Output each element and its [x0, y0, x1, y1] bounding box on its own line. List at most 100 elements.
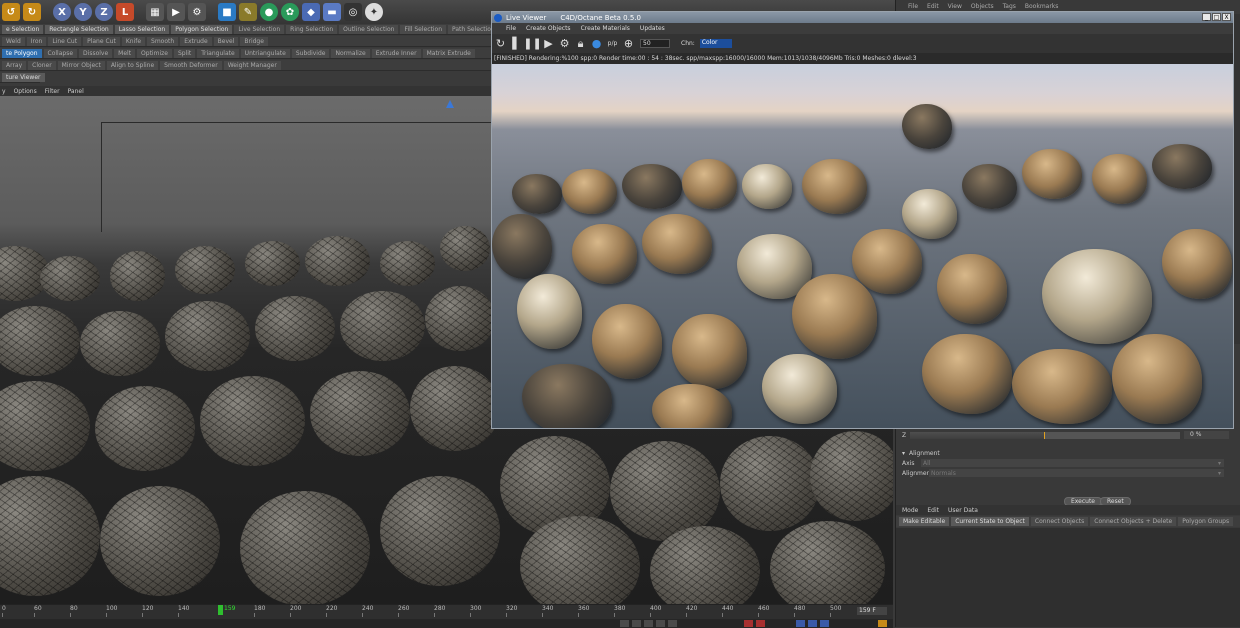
cmd-lasso-selection[interactable]: Lasso Selection [114, 24, 170, 34]
record-button[interactable] [744, 620, 753, 627]
cmd-smooth[interactable]: Smooth [147, 36, 179, 46]
key-pos-button[interactable] [796, 620, 805, 627]
am-menu-user-data[interactable]: User Data [948, 507, 978, 514]
next-key-button[interactable] [656, 620, 665, 627]
stop-render-icon[interactable]: ▌ [510, 37, 523, 50]
cmd-line-cut[interactable]: Line Cut [48, 36, 82, 46]
z-value-field[interactable]: 0 % [1184, 431, 1229, 439]
scene-floor-icon[interactable]: ◆ [302, 3, 320, 21]
cmd-mirror-object[interactable]: Mirror Object [57, 60, 105, 70]
connect-objects-button[interactable]: Connect Objects [1030, 517, 1089, 526]
y-axis-lock-icon[interactable]: Y [74, 3, 92, 21]
key-param-button[interactable] [878, 620, 887, 627]
cmd-iron[interactable]: Iron [26, 36, 47, 46]
zoom-icon[interactable]: ⊕ [622, 37, 635, 50]
lv-menu-file[interactable]: File [506, 25, 516, 32]
cmd-normalize[interactable]: Normalize [331, 48, 370, 58]
cmd-smooth-deformer[interactable]: Smooth Deformer [160, 60, 222, 70]
am-menu-edit[interactable]: Edit [927, 507, 939, 514]
viewport-menu-display[interactable]: y [2, 88, 6, 95]
pause-render-icon[interactable]: ❚❚ [523, 37, 541, 50]
minimize-button[interactable]: _ [1202, 13, 1211, 21]
timeline-ruler[interactable]: 0 60 80 100 120 140 180 200 220 240 260 … [0, 605, 893, 617]
cmd-align-to-spline[interactable]: Align to Spline [106, 60, 159, 70]
render-region-icon[interactable]: ▦ [146, 3, 164, 21]
close-button[interactable]: X [1222, 13, 1231, 21]
current-state-button[interactable]: Current State to Object [951, 517, 1029, 526]
goto-end-button[interactable] [668, 620, 677, 627]
start-render-icon[interactable]: ▶ [542, 37, 555, 50]
nurbs-icon[interactable]: ● [260, 3, 278, 21]
z-axis-lock-icon[interactable]: Z [95, 3, 113, 21]
cmd-extrude[interactable]: Extrude [180, 36, 212, 46]
undo-icon[interactable]: ↺ [2, 3, 20, 21]
viewport-menu-panel[interactable]: Panel [68, 88, 84, 95]
cmd-polygon-selection[interactable]: Polygon Selection [171, 24, 233, 34]
cmd-cloner[interactable]: Cloner [28, 60, 56, 70]
restart-render-icon[interactable]: ↻ [494, 37, 507, 50]
cmd-extrude-inner[interactable]: Extrude Inner [371, 48, 421, 58]
cmd-outline-selection[interactable]: Outline Selection [339, 24, 399, 34]
environment-icon[interactable]: ▬ [323, 3, 341, 21]
cmd-subdivide[interactable]: Subdivide [291, 48, 330, 58]
cmd-dissolve[interactable]: Dissolve [79, 48, 113, 58]
om-menu-view[interactable]: View [948, 3, 962, 10]
channel-select[interactable]: Color [699, 39, 732, 48]
lv-menu-create-objects[interactable]: Create Objects [526, 25, 571, 32]
timeline-playhead[interactable] [218, 605, 223, 615]
material-ball-icon[interactable]: ● [590, 37, 603, 50]
cmd-matrix-extrude[interactable]: Matrix Extrude [422, 48, 475, 58]
cmd-array[interactable]: Array [2, 60, 27, 70]
settings-gear-icon[interactable]: ⚙ [558, 37, 571, 50]
polygon-groups-button[interactable]: Polygon Groups [1178, 517, 1234, 526]
maximize-button[interactable]: □ [1212, 13, 1221, 21]
cmd-live-selection[interactable]: Live Selection [234, 24, 285, 34]
camera-icon[interactable]: ◎ [344, 3, 362, 21]
cmd-bevel[interactable]: Bevel [213, 36, 239, 46]
light-icon[interactable]: ✦ [365, 3, 383, 21]
world-coords-icon[interactable]: L [116, 3, 134, 21]
lv-menu-create-materials[interactable]: Create Materials [581, 25, 630, 32]
cmd-texture-viewer[interactable]: ture Viewer [2, 72, 45, 82]
om-menu-objects[interactable]: Objects [971, 3, 994, 10]
cmd-create-polygon[interactable]: te Polygon [2, 48, 42, 58]
cmd-rectangle-selection[interactable]: Rectangle Selection [45, 24, 113, 34]
render-view[interactable] [492, 64, 1233, 428]
spline-pen-icon[interactable]: ✎ [239, 3, 257, 21]
cmd-selection[interactable]: e Selection [2, 24, 44, 34]
cube-icon[interactable]: ■ [218, 3, 236, 21]
cmd-untriangulate[interactable]: Untriangulate [240, 48, 290, 58]
connect-delete-button[interactable]: Connect Objects + Delete [1090, 517, 1177, 526]
goto-start-button[interactable] [620, 620, 629, 627]
om-menu-edit[interactable]: Edit [927, 3, 939, 10]
live-viewer-titlebar[interactable]: Live Viewer C4D/Octane Beta 0.5.0 _ □ X [492, 12, 1233, 23]
om-menu-tags[interactable]: Tags [1003, 3, 1016, 10]
cmd-optimize[interactable]: Optimize [137, 48, 172, 58]
deformer-icon[interactable]: ✿ [281, 3, 299, 21]
cmd-collapse[interactable]: Collapse [43, 48, 78, 58]
key-rot-button[interactable] [808, 620, 817, 627]
cmd-split[interactable]: Split [173, 48, 196, 58]
pick-focus-icon[interactable]: p/p [606, 37, 619, 50]
viewport-menu-options[interactable]: Options [14, 88, 37, 95]
alignment-select[interactable]: Normals ▾ [929, 469, 1224, 477]
cmd-weld[interactable]: Weld [2, 36, 25, 46]
frame-field[interactable]: 159 F [857, 607, 887, 615]
viewport-menu-filter[interactable]: Filter [45, 88, 60, 95]
lock-icon[interactable]: 🔒︎ [574, 37, 587, 50]
make-editable-button[interactable]: Make Editable [899, 517, 950, 526]
timeline[interactable]: 0 60 80 100 120 140 180 200 220 240 260 … [0, 604, 893, 628]
cmd-fill-selection[interactable]: Fill Selection [400, 24, 447, 34]
cmd-melt[interactable]: Melt [114, 48, 136, 58]
cmd-ring-selection[interactable]: Ring Selection [286, 24, 338, 34]
cmd-bridge[interactable]: Bridge [240, 36, 268, 46]
z-slider[interactable] [910, 432, 1180, 439]
prev-key-button[interactable] [632, 620, 641, 627]
key-scale-button[interactable] [820, 620, 829, 627]
cmd-weight-manager[interactable]: Weight Manager [223, 60, 281, 70]
am-menu-mode[interactable]: Mode [902, 507, 918, 514]
lv-menu-updates[interactable]: Updates [640, 25, 665, 32]
render-view-icon[interactable]: ▶ [167, 3, 185, 21]
spp-field[interactable]: 50 [640, 39, 670, 48]
redo-icon[interactable]: ↻ [23, 3, 41, 21]
